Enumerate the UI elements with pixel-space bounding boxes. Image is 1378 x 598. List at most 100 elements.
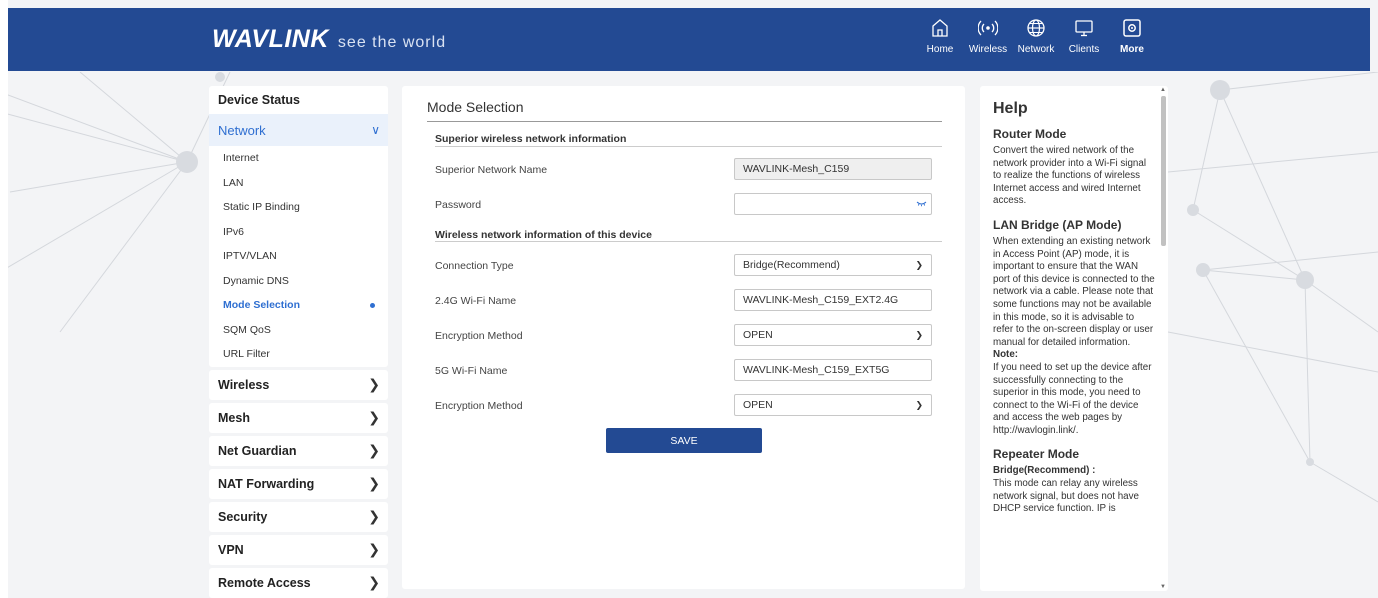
section-divider: [435, 241, 942, 242]
top-header: WAVLINK see the world Home Wireless Netw…: [8, 8, 1370, 71]
sidebar-item-net-guardian[interactable]: Net Guardian ❯: [209, 435, 388, 466]
sidebar-item-label: Wireless: [218, 377, 270, 392]
sidebar-subitem-label: Static IP Binding: [223, 201, 300, 214]
sidebar-subitem-static-ip-binding[interactable]: Static IP Binding: [209, 195, 388, 220]
globe-icon: [1027, 19, 1045, 37]
chevron-right-icon: ❯: [368, 442, 380, 458]
wifi-24g-name-input[interactable]: WAVLINK-Mesh_C159_EXT2.4G: [734, 289, 932, 311]
help-repeater-title: Repeater Mode: [993, 447, 1080, 462]
sidebar-subitem-lan[interactable]: LAN: [209, 171, 388, 196]
help-content: Help Router Mode Convert the wired netwo…: [993, 97, 1155, 526]
wifi-5g-name-value: WAVLINK-Mesh_C159_EXT5G: [743, 364, 890, 376]
nav-wireless[interactable]: Wireless: [964, 18, 1012, 55]
sidebar-subitem-internet[interactable]: Internet: [209, 146, 388, 171]
sidebar: Device Status Network ∨ Internet LAN Sta…: [209, 86, 388, 598]
nav-home-label: Home: [926, 44, 954, 55]
sidebar-group-network[interactable]: Network ∨: [209, 114, 388, 146]
superior-network-name-input[interactable]: WAVLINK-Mesh_C159: [734, 158, 932, 180]
window-frame-left: [0, 0, 8, 598]
encryption-5g-select[interactable]: OPEN ❯: [734, 394, 932, 416]
wifi-5g-name-input[interactable]: WAVLINK-Mesh_C159_EXT5G: [734, 359, 932, 381]
connection-type-select[interactable]: Bridge(Recommend) ❯: [734, 254, 932, 276]
sidebar-item-vpn[interactable]: VPN ❯: [209, 534, 388, 565]
sidebar-top-card: Device Status Network ∨ Internet LAN Sta…: [209, 86, 388, 367]
save-button[interactable]: SAVE: [606, 428, 762, 453]
help-title: Help: [993, 100, 1028, 117]
chevron-right-icon: ❯: [368, 508, 380, 524]
encryption-24g-label: Encryption Method: [435, 330, 523, 342]
wifi-5g-name-label: 5G Wi-Fi Name: [435, 365, 508, 377]
help-bridge-text: This mode can relay any wireless network…: [993, 478, 1139, 515]
encryption-5g-label: Encryption Method: [435, 400, 523, 412]
monitor-icon: [1075, 20, 1093, 37]
scroll-thumb[interactable]: [1161, 96, 1166, 246]
sidebar-subitem-iptv-vlan[interactable]: IPTV/VLAN: [209, 244, 388, 269]
sidebar-subitem-label: IPTV/VLAN: [223, 250, 277, 263]
sidebar-subitem-dynamic-dns[interactable]: Dynamic DNS: [209, 269, 388, 294]
device-section-header: Wireless network information of this dev…: [435, 229, 652, 241]
nav-network-label: Network: [1017, 44, 1055, 55]
sidebar-group-label: Network: [218, 122, 266, 138]
sidebar-subitem-label: Dynamic DNS: [223, 274, 289, 287]
sidebar-item-label: NAT Forwarding: [218, 476, 315, 491]
nav-network[interactable]: Network: [1012, 18, 1060, 55]
chevron-right-icon: ❯: [368, 541, 380, 557]
superior-network-name-value: WAVLINK-Mesh_C159: [743, 163, 850, 175]
sidebar-item-mesh[interactable]: Mesh ❯: [209, 402, 388, 433]
chevron-down-icon: ❯: [915, 399, 923, 410]
chevron-down-icon: ❯: [915, 259, 923, 270]
scroll-up-arrow-icon[interactable]: ▲: [1160, 87, 1166, 93]
sidebar-subitem-sqm-qos[interactable]: SQM QoS: [209, 318, 388, 343]
sidebar-item-security[interactable]: Security ❯: [209, 501, 388, 532]
help-panel: Help Router Mode Convert the wired netwo…: [980, 86, 1168, 591]
encryption-24g-select[interactable]: OPEN ❯: [734, 324, 932, 346]
mode-selection-panel: Mode Selection Superior wireless network…: [402, 86, 965, 589]
sidebar-item-nat-forwarding[interactable]: NAT Forwarding ❯: [209, 468, 388, 499]
chevron-right-icon: ❯: [368, 574, 380, 590]
password-label: Password: [435, 199, 482, 211]
sidebar-item-device-status[interactable]: Device Status: [209, 86, 388, 114]
sidebar-item-label: Device Status: [218, 93, 300, 107]
sidebar-item-wireless[interactable]: Wireless ❯: [209, 369, 388, 400]
encryption-24g-value: OPEN: [743, 329, 773, 341]
help-scrollbar[interactable]: ▲ ▼: [1159, 86, 1168, 591]
connection-type-label: Connection Type: [435, 260, 514, 272]
chevron-down-icon: ❯: [915, 329, 923, 340]
sidebar-item-label: Security: [218, 509, 268, 524]
nav-clients[interactable]: Clients: [1060, 18, 1108, 55]
sidebar-item-label: VPN: [218, 542, 244, 557]
home-icon: [932, 19, 948, 37]
sidebar-subitem-url-filter[interactable]: URL Filter: [209, 342, 388, 367]
chevron-right-icon: ❯: [368, 409, 380, 425]
title-divider: [427, 121, 942, 122]
nav-wireless-label: Wireless: [968, 44, 1008, 55]
top-nav: Home Wireless Network Clients More: [916, 18, 1156, 55]
sidebar-item-label: Remote Access: [218, 575, 311, 590]
scroll-down-arrow-icon[interactable]: ▼: [1160, 584, 1166, 590]
nav-more[interactable]: More: [1108, 18, 1156, 55]
help-router-mode-text: Convert the wired network of the network…: [993, 145, 1146, 207]
help-lan-bridge-title: LAN Bridge (AP Mode): [993, 217, 1122, 232]
more-icon: [1123, 19, 1141, 37]
help-note-label: Note:: [993, 349, 1019, 361]
wifi-24g-name-label: 2.4G Wi-Fi Name: [435, 295, 517, 307]
wireless-icon: [978, 20, 998, 36]
sidebar-subitem-ipv6[interactable]: IPv6: [209, 220, 388, 245]
active-dot-icon: [370, 302, 375, 308]
help-router-mode-title: Router Mode: [993, 127, 1067, 141]
nav-home[interactable]: Home: [916, 18, 964, 55]
page-title: Mode Selection: [427, 99, 524, 115]
help-bridge-label: Bridge(Recommend) :: [993, 465, 1096, 477]
sidebar-subitem-label: URL Filter: [223, 348, 270, 361]
sidebar-item-remote-access[interactable]: Remote Access ❯: [209, 567, 388, 598]
chevron-right-icon: ❯: [368, 475, 380, 491]
brand-logo[interactable]: WAVLINK see the world: [212, 25, 446, 54]
brand-name: WAVLINK: [212, 25, 329, 53]
sidebar-subitem-label: Mode Selection: [223, 299, 301, 312]
sidebar-subitem-label: Internet: [223, 152, 259, 165]
sidebar-subitem-mode-selection[interactable]: Mode Selection: [209, 293, 388, 318]
eye-closed-icon[interactable]: [916, 200, 927, 208]
password-input[interactable]: [734, 193, 932, 215]
sidebar-subitem-label: LAN: [223, 176, 244, 189]
help-note-text: If you need to set up the device after s…: [993, 361, 1152, 436]
